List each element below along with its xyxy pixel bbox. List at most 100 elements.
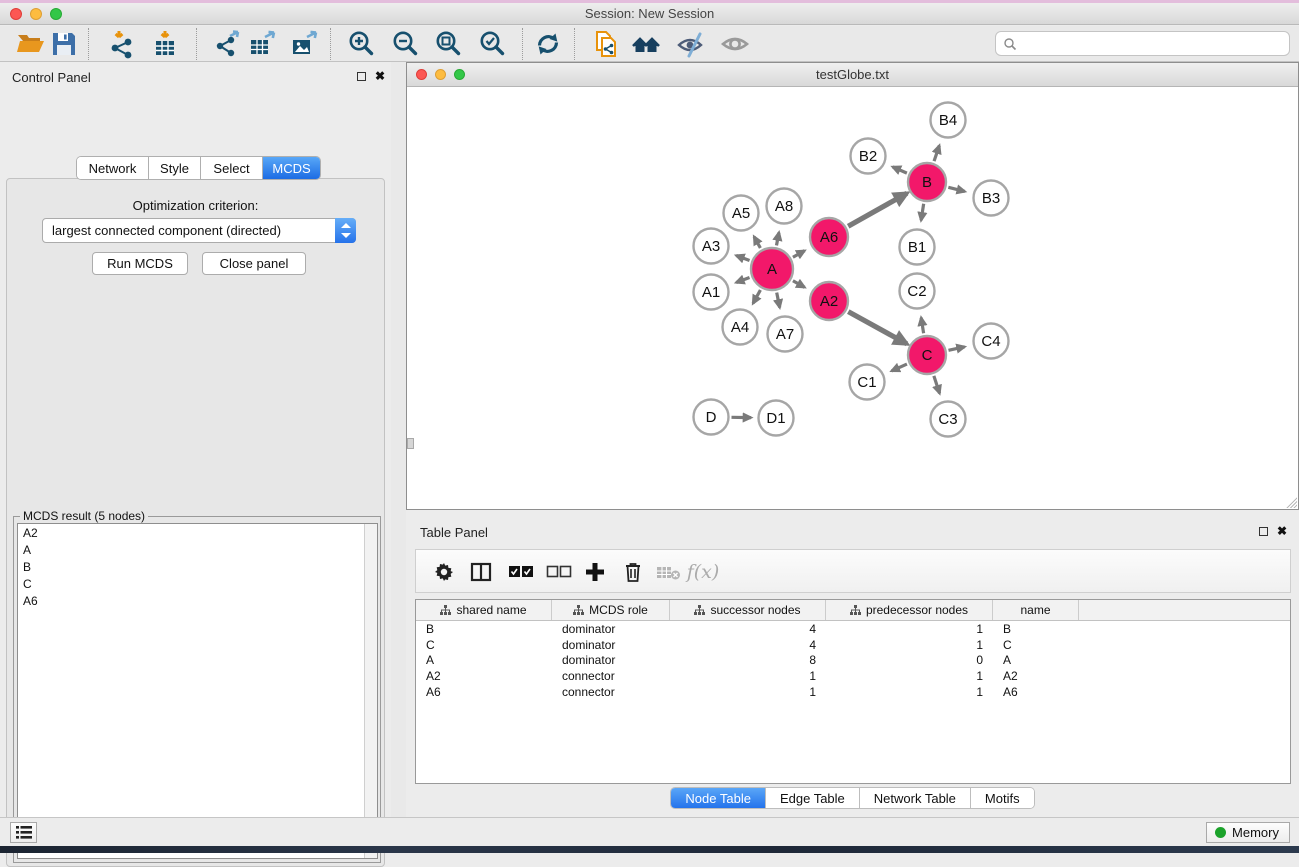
column-header-shared-name[interactable]: shared name [416, 600, 552, 620]
graph-node-label: C3 [938, 411, 957, 428]
show-selected-icon[interactable] [720, 29, 750, 59]
zoom-selected-icon[interactable] [477, 29, 507, 59]
table-cell: connector [552, 685, 670, 699]
search-field[interactable] [1017, 37, 1289, 51]
close-table-panel-icon[interactable]: ✖ [1277, 524, 1287, 538]
delete-icon[interactable] [618, 557, 648, 587]
graph-edge [893, 167, 907, 173]
table-cell: 1 [670, 669, 826, 683]
deselect-all-icon[interactable] [544, 557, 574, 587]
tab-network-table[interactable]: Network Table [860, 788, 971, 808]
run-mcds-button[interactable]: Run MCDS [92, 252, 188, 275]
float-panel-icon[interactable] [357, 72, 366, 81]
graph-node-label: A7 [776, 326, 794, 343]
add-column-icon[interactable] [580, 557, 610, 587]
graph-edge [736, 256, 749, 261]
panel-divider[interactable] [391, 62, 406, 817]
zoom-out-icon[interactable] [390, 29, 420, 59]
table-cell: 1 [826, 669, 993, 683]
network-view-window: testGlobe.txt B4B2BB3A5A8A6A3B1AA1C2A2A4… [406, 62, 1299, 510]
zoom-in-icon[interactable] [346, 29, 376, 59]
table-cell: 1 [670, 685, 826, 699]
zoom-fit-icon[interactable] [433, 29, 463, 59]
tab-style[interactable]: Style [149, 157, 201, 179]
table-row[interactable]: Adominator80A [416, 653, 1290, 669]
list-item[interactable]: B [18, 558, 377, 575]
table-row[interactable]: Bdominator41B [416, 621, 1290, 637]
show-all-networks-icon[interactable] [631, 29, 661, 59]
splitter-grip[interactable] [407, 438, 414, 449]
import-network-icon[interactable] [107, 29, 137, 59]
delete-table-icon [654, 557, 684, 587]
graph-node-label: A6 [820, 229, 838, 246]
table-toolbar: f(x) [415, 549, 1291, 593]
export-network-icon[interactable] [213, 29, 243, 59]
float-table-panel-icon[interactable] [1259, 527, 1268, 536]
graph-edge [948, 187, 964, 191]
list-item[interactable]: A [18, 541, 377, 558]
table-panel-header: Table Panel ✖ [406, 523, 1299, 543]
mcds-result-list[interactable]: A2ABCA6 [17, 523, 378, 859]
export-image-icon[interactable] [289, 29, 319, 59]
table-cell: C [416, 638, 552, 652]
network-window-titlebar[interactable]: testGlobe.txt [407, 63, 1298, 87]
graph-edge [777, 293, 780, 308]
mcds-result-box: MCDS result (5 nodes) A2ABCA6 [13, 516, 381, 863]
column-header-successor-nodes[interactable]: successor nodes [670, 600, 826, 620]
search-input[interactable] [995, 31, 1290, 56]
tab-network[interactable]: Network [77, 157, 149, 179]
table-body[interactable]: Bdominator41BCdominator41CAdominator80AA… [416, 621, 1290, 700]
list-item[interactable]: C [18, 575, 377, 592]
toolbar-separator [330, 28, 331, 60]
network-window-title: testGlobe.txt [407, 67, 1298, 82]
node-table[interactable]: shared name MCDS role successor nodes pr… [415, 599, 1291, 784]
graph-edge [921, 204, 924, 221]
table-row[interactable]: A6connector11A6 [416, 684, 1290, 700]
graph-edge [754, 237, 760, 248]
graph-node-label: B4 [939, 112, 957, 129]
duplicate-network-icon[interactable] [592, 29, 622, 59]
tab-node-table[interactable]: Node Table [671, 788, 766, 808]
column-header-name[interactable]: name [993, 600, 1079, 620]
select-all-icon[interactable] [506, 557, 536, 587]
export-table-icon[interactable] [247, 29, 277, 59]
settings-gear-icon[interactable] [429, 557, 459, 587]
save-session-icon[interactable] [49, 29, 79, 59]
scrollbar[interactable] [364, 524, 377, 858]
tab-mcds[interactable]: MCDS [263, 157, 320, 179]
memory-button[interactable]: Memory [1206, 822, 1290, 843]
hide-selected-icon[interactable] [675, 29, 705, 59]
column-header-mcds-role[interactable]: MCDS role [552, 600, 670, 620]
toolbar-separator [196, 28, 197, 60]
close-panel-icon[interactable]: ✖ [375, 69, 385, 83]
graph-node-label: A4 [731, 319, 749, 336]
table-cell: 4 [670, 622, 826, 636]
task-history-button[interactable] [10, 822, 37, 843]
table-row[interactable]: A2connector11A2 [416, 668, 1290, 684]
graph-node-label: C [922, 347, 933, 364]
tab-edge-table[interactable]: Edge Table [766, 788, 860, 808]
graph-node-label: C1 [857, 374, 876, 391]
table-cell: dominator [552, 653, 670, 667]
table-cell: C [993, 638, 1079, 652]
tab-motifs[interactable]: Motifs [971, 788, 1034, 808]
import-table-icon[interactable] [150, 29, 180, 59]
tab-select[interactable]: Select [201, 157, 263, 179]
graph-edge [753, 290, 760, 303]
network-graph[interactable]: B4B2BB3A5A8A6A3B1AA1C2A2A4A7C4CC1C3DD1 [407, 87, 1298, 509]
criterion-dropdown[interactable]: largest connected component (directed) [42, 218, 356, 243]
list-item[interactable]: A2 [18, 524, 377, 541]
dropdown-stepper-icon [335, 218, 356, 243]
table-row[interactable]: Cdominator41C [416, 637, 1290, 653]
table-cell: B [416, 622, 552, 636]
split-panel-icon[interactable] [466, 557, 496, 587]
list-item[interactable]: A6 [18, 592, 377, 609]
window-resize-grip[interactable] [1284, 495, 1297, 508]
close-panel-button[interactable]: Close panel [202, 252, 306, 275]
refresh-layout-icon[interactable] [533, 29, 563, 59]
app-title: Session: New Session [0, 6, 1299, 21]
column-header-predecessor-nodes[interactable]: predecessor nodes [826, 600, 993, 620]
open-file-icon[interactable] [15, 29, 45, 59]
graph-node-label: B2 [859, 148, 877, 165]
control-panel-title: Control Panel [12, 70, 91, 85]
